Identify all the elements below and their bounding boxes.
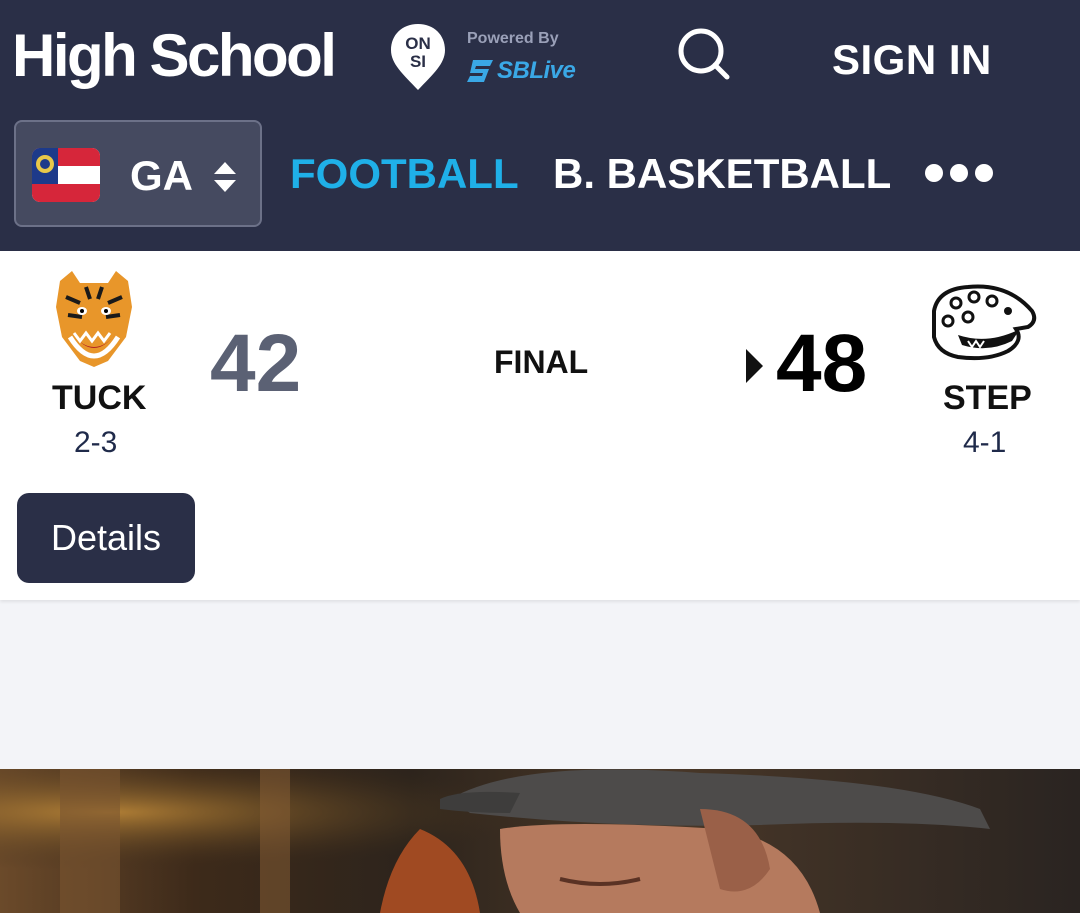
- tab-football[interactable]: FOOTBALL: [290, 150, 519, 198]
- georgia-flag-icon: [32, 148, 100, 202]
- home-team-score: 48: [776, 318, 868, 409]
- sblive-logo[interactable]: SBLive: [467, 56, 607, 86]
- partner-name: SBLive: [497, 57, 576, 84]
- home-team-record: 4-1: [963, 426, 1007, 459]
- search-icon[interactable]: [676, 26, 732, 82]
- up-down-chevrons-icon: [214, 162, 236, 192]
- more-dots-icon[interactable]: [924, 162, 996, 184]
- powered-by-label: Powered By: [467, 30, 559, 47]
- svg-text:SI: SI: [410, 52, 426, 71]
- tiger-mascot-icon: [56, 271, 132, 367]
- jaguar-mascot-icon: [932, 284, 1037, 361]
- away-team-name: TUCK: [52, 379, 147, 417]
- winner-indicator-icon: [746, 349, 763, 383]
- tab-boys-basketball[interactable]: B. BASKETBALL: [553, 150, 891, 198]
- sign-in-link[interactable]: SIGN IN: [832, 36, 992, 84]
- on-si-badge-icon: ON SI: [391, 24, 445, 90]
- svg-text:ON: ON: [405, 34, 431, 53]
- video-thumbnail-image: [0, 769, 1080, 913]
- state-selector[interactable]: GA: [14, 120, 262, 227]
- video-thumbnail[interactable]: [0, 769, 1080, 913]
- game-score-card: TUCK 2-3 42 FINAL 48 STEP 4-1 Details: [0, 251, 1080, 600]
- sblive-mark-icon: [467, 60, 493, 82]
- away-team-record: 2-3: [74, 426, 118, 459]
- brand-logo[interactable]: High School: [12, 20, 337, 92]
- state-code: GA: [130, 152, 193, 199]
- details-button[interactable]: Details: [17, 493, 195, 583]
- site-header: High School ON SI Powered By SBLive SIGN…: [0, 0, 1080, 251]
- home-team-name: STEP: [943, 379, 1032, 417]
- game-status: FINAL: [494, 344, 589, 380]
- brand-name: High School: [12, 22, 337, 89]
- away-team-score: 42: [210, 318, 302, 409]
